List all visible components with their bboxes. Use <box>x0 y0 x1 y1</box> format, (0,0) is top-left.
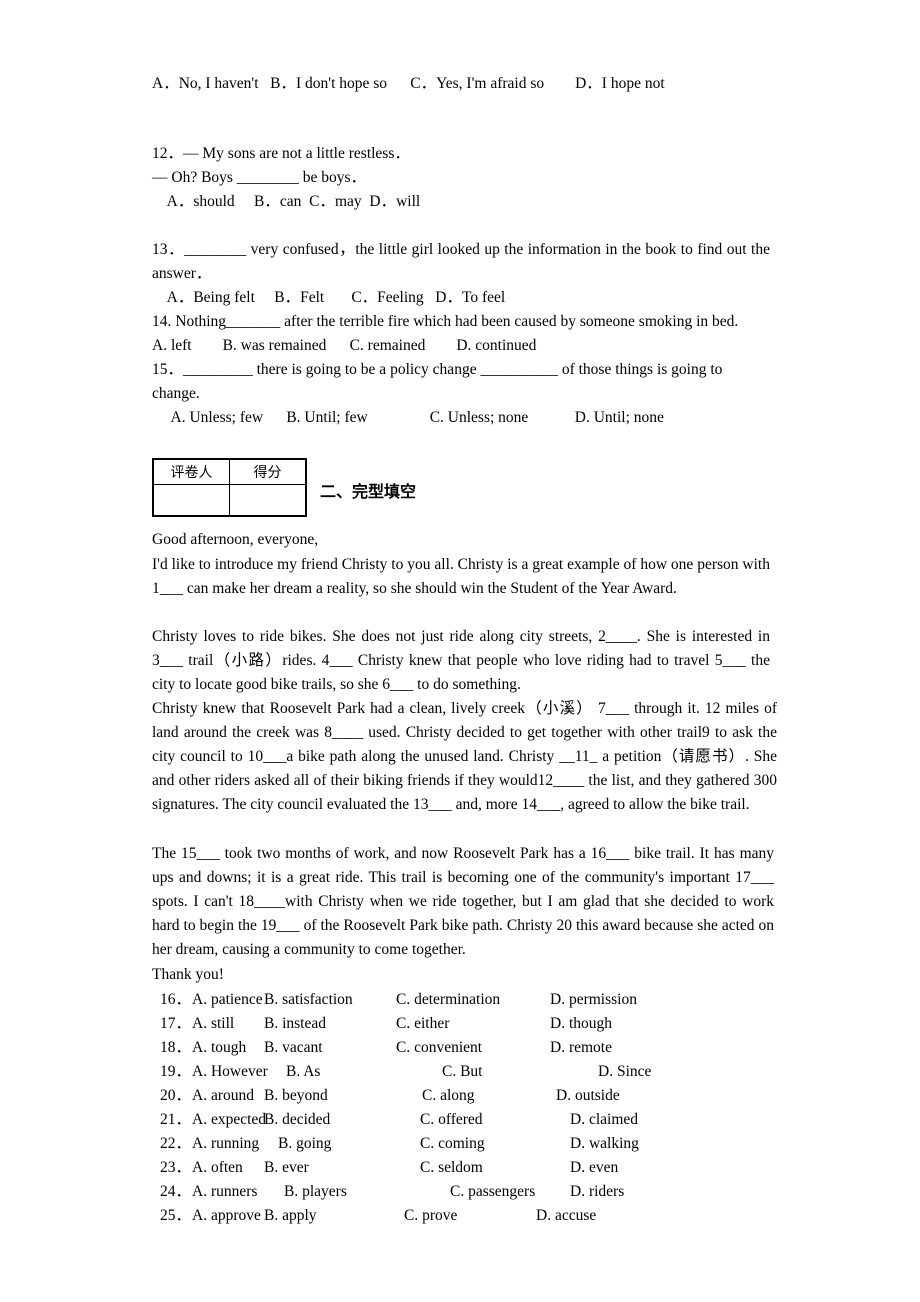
cloze-option-d[interactable]: D. Since <box>598 1060 651 1084</box>
cloze-option-c[interactable]: C. along <box>422 1084 475 1108</box>
cloze-option-a[interactable]: A. However <box>192 1060 268 1084</box>
passage-paragraph-1: I'd like to introduce my friend Christy … <box>152 556 770 597</box>
score-table: 评卷人 得分 <box>152 458 307 517</box>
cloze-option-b[interactable]: B. As <box>286 1060 320 1084</box>
passage-paragraph-2: Christy loves to ride bikes. She does no… <box>152 628 770 693</box>
cloze-option-b[interactable]: B. going <box>278 1132 331 1156</box>
question-12-stem-line-1: 12．— My sons are not a little restless． <box>152 145 410 162</box>
cloze-option-row: 21． A. expected B. decided C. offered D. cla… <box>160 1108 800 1132</box>
question-11-options: A．No, I haven't B．I don't hope so C．Yes,… <box>152 75 665 92</box>
score-table-cell-grader[interactable] <box>152 484 230 517</box>
cloze-option-c[interactable]: C. passengers <box>450 1180 535 1204</box>
cloze-option-c[interactable]: C. prove <box>404 1204 457 1228</box>
passage-salutation: Good afternoon, everyone, <box>152 531 319 548</box>
cloze-option-b[interactable]: B. satisfaction <box>264 988 353 1012</box>
cloze-option-row: 23． A. often B. ever C. seldom D. even <box>160 1156 800 1180</box>
question-12-stem-line-2: — Oh? Boys ________ be boys． <box>152 169 366 186</box>
cloze-option-number: 25． <box>160 1207 192 1224</box>
passage-closing: Thank you! <box>152 966 224 983</box>
cloze-option-b[interactable]: B. ever <box>264 1156 309 1180</box>
cloze-option-row: 17． A. still B. instead C. either D. though <box>160 1012 800 1036</box>
cloze-option-number: 18． <box>160 1039 192 1056</box>
cloze-option-b[interactable]: B. instead <box>264 1012 326 1036</box>
cloze-option-row: 25． A. approve B. apply C. prove D. accuse <box>160 1204 800 1228</box>
cloze-option-d[interactable]: D. remote <box>550 1036 612 1060</box>
section-two-heading: 二、完型填空 <box>320 482 417 501</box>
cloze-option-b[interactable]: B. vacant <box>264 1036 323 1060</box>
cloze-option-d[interactable]: D. claimed <box>570 1108 638 1132</box>
cloze-option-c[interactable]: C. seldom <box>420 1156 483 1180</box>
cloze-option-row: 16． A. patience B. satisfaction C. determin… <box>160 988 800 1012</box>
cloze-option-d[interactable]: D. riders <box>570 1180 624 1204</box>
cloze-option-d[interactable]: D. walking <box>570 1132 639 1156</box>
passage-paragraph-3: Christy knew that Roosevelt Park had a c… <box>152 700 777 813</box>
cloze-option-number: 21． <box>160 1111 192 1128</box>
cloze-option-c[interactable]: C. coming <box>420 1132 485 1156</box>
cloze-option-a[interactable]: A. expected <box>192 1108 266 1132</box>
score-table-cell-score[interactable] <box>229 484 307 517</box>
cloze-option-b[interactable]: B. apply <box>264 1204 317 1228</box>
cloze-option-a[interactable]: A. patience <box>192 988 263 1012</box>
question-14-options: A. left B. was remained C. remained D. c… <box>152 337 537 354</box>
score-table-header-score: 得分 <box>229 458 307 485</box>
cloze-option-number: 17． <box>160 1015 192 1032</box>
cloze-option-d[interactable]: D. permission <box>550 988 637 1012</box>
cloze-option-c[interactable]: C. But <box>442 1060 482 1084</box>
cloze-option-number: 22． <box>160 1135 192 1152</box>
cloze-option-number: 20． <box>160 1087 192 1104</box>
question-13-options: A．Being felt B．Felt C．Feeling D．To feel <box>152 289 506 306</box>
cloze-option-d[interactable]: D. outside <box>556 1084 620 1108</box>
cloze-option-c[interactable]: C. offered <box>420 1108 483 1132</box>
score-table-header-grader: 评卷人 <box>152 458 230 485</box>
question-15-options: A. Unless; few B. Until; few C. Unless; … <box>152 409 664 426</box>
cloze-option-row: 22． A. running B. going C. coming D. walking <box>160 1132 800 1156</box>
cloze-option-d[interactable]: D. accuse <box>536 1204 596 1228</box>
cloze-option-d[interactable]: D. though <box>550 1012 612 1036</box>
cloze-option-a[interactable]: A. around <box>192 1084 254 1108</box>
cloze-option-a[interactable]: A. runners <box>192 1180 257 1204</box>
cloze-option-row: 24． A. runners B. players C. passengers D. r… <box>160 1180 800 1204</box>
cloze-option-number: 19． <box>160 1063 192 1080</box>
cloze-option-c[interactable]: C. either <box>396 1012 449 1036</box>
cloze-option-row: 20． A. around B. beyond C. along D. outside <box>160 1084 800 1108</box>
cloze-option-a[interactable]: A. still <box>192 1012 234 1036</box>
question-13-stem: 13．________ very confused，the little gir… <box>152 241 770 282</box>
score-table-body-row <box>152 484 307 517</box>
cloze-option-a[interactable]: A. approve <box>192 1204 261 1228</box>
question-15-stem-line-1: 15．_________ there is going to be a poli… <box>152 361 723 378</box>
cloze-option-row: 18． A. tough B. vacant C. convenient D. remo… <box>160 1036 800 1060</box>
cloze-option-number: 23． <box>160 1159 192 1176</box>
cloze-option-d[interactable]: D. even <box>570 1156 618 1180</box>
cloze-option-b[interactable]: B. players <box>284 1180 347 1204</box>
cloze-option-number: 16． <box>160 991 192 1008</box>
cloze-option-row: 19． A. However B. As C. But D. Since <box>160 1060 800 1084</box>
question-15-stem-line-2: change. <box>152 385 200 402</box>
cloze-option-c[interactable]: C. convenient <box>396 1036 482 1060</box>
cloze-options-list: 16． A. patience B. satisfaction C. determin… <box>160 988 800 1228</box>
score-table-header-row: 评卷人 得分 <box>152 458 307 485</box>
cloze-option-number: 24． <box>160 1183 192 1200</box>
passage-paragraph-4: The 15___ took two months of work, and n… <box>152 845 774 958</box>
question-12-options: A．should B．can C．may D．will <box>152 193 421 210</box>
cloze-option-a[interactable]: A. tough <box>192 1036 246 1060</box>
cloze-option-a[interactable]: A. often <box>192 1156 243 1180</box>
cloze-option-b[interactable]: B. decided <box>264 1108 330 1132</box>
question-14-stem: 14. Nothing_______ after the terrible fi… <box>152 313 739 330</box>
cloze-option-a[interactable]: A. running <box>192 1132 259 1156</box>
cloze-option-b[interactable]: B. beyond <box>264 1084 328 1108</box>
cloze-option-c[interactable]: C. determination <box>396 988 500 1012</box>
